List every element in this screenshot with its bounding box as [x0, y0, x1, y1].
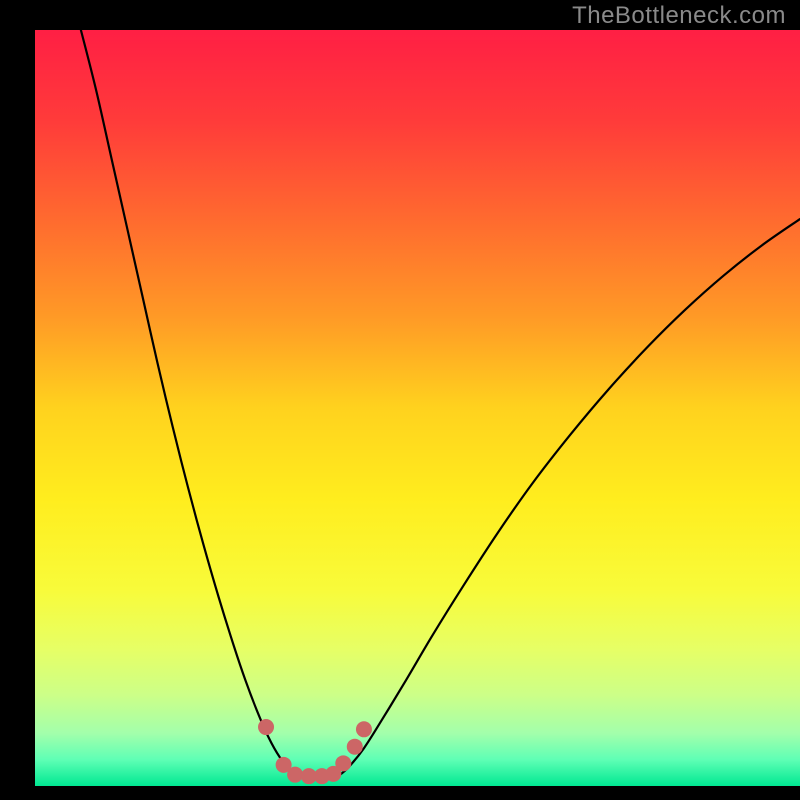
- marker-point: [347, 739, 363, 755]
- marker-point: [287, 767, 303, 783]
- watermark-text: TheBottleneck.com: [572, 2, 786, 30]
- marker-point: [356, 721, 372, 737]
- chart-container: { "watermark": "TheBottleneck.com", "cha…: [0, 0, 800, 800]
- bottleneck-chart: [0, 0, 800, 800]
- plot-background: [35, 30, 800, 786]
- marker-point: [335, 755, 351, 771]
- marker-point: [258, 719, 274, 735]
